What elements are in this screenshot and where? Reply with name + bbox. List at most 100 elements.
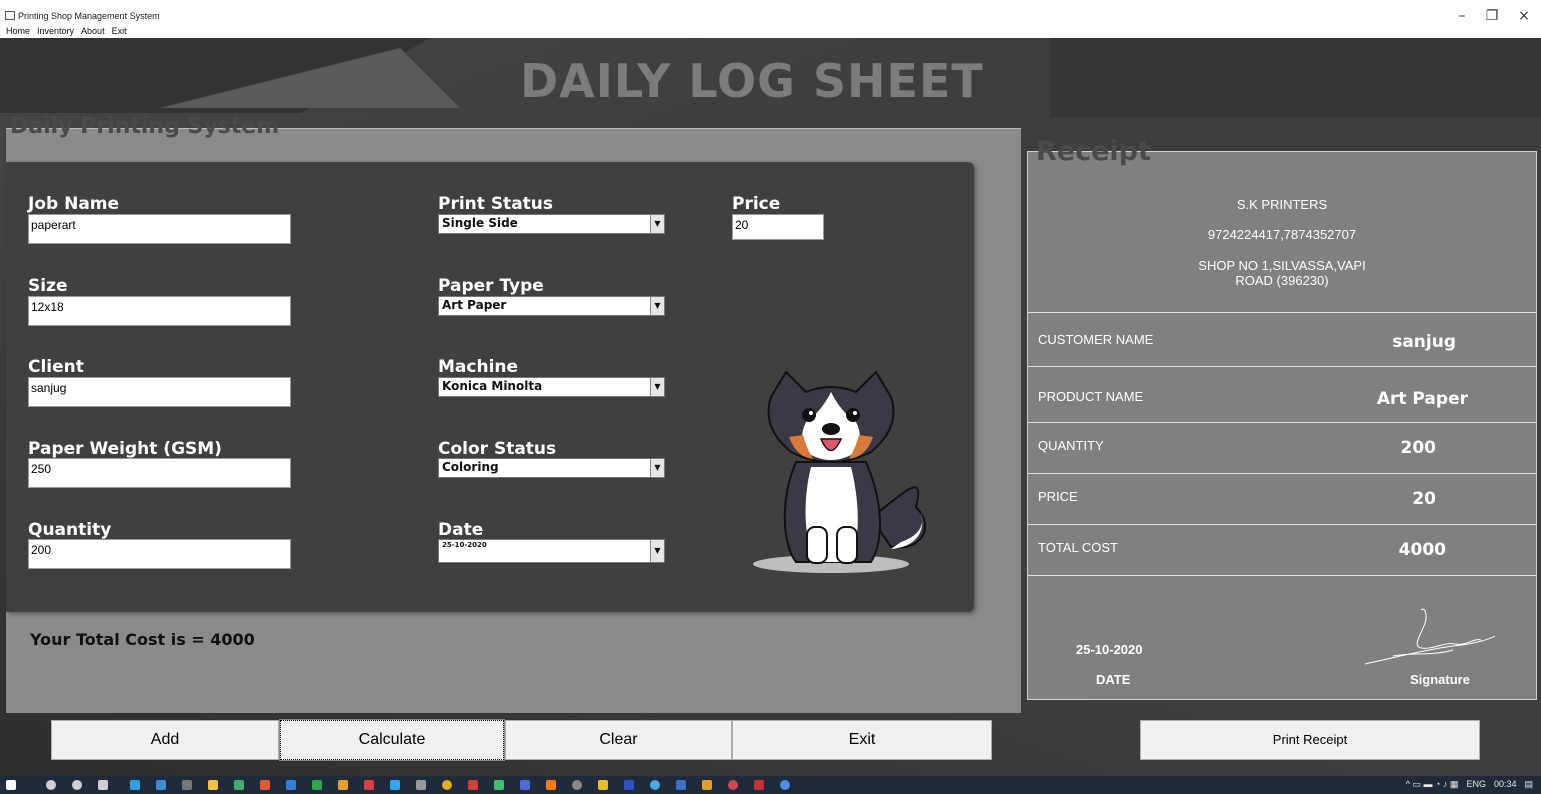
menu-item-home[interactable]: Home xyxy=(6,26,30,36)
shop-address-line1: SHOP NO 1,SILVASSA,VAPI xyxy=(1198,258,1366,273)
receipt-row: TOTAL COST 4000 xyxy=(1028,524,1536,575)
receipt-panel: S.K PRINTERS 9724224417,7874352707 SHOP … xyxy=(1027,151,1537,700)
calculate-button[interactable]: Calculate xyxy=(279,719,505,761)
dog-illustration xyxy=(753,370,927,573)
quantity-input[interactable]: 200 xyxy=(28,539,291,569)
app-icon[interactable] xyxy=(702,780,712,790)
print-status-select[interactable]: Single Side ▼ xyxy=(438,214,665,234)
customer-name-value: sanjug xyxy=(1392,332,1456,352)
receipt-row: CUSTOMER NAME sanjug xyxy=(1028,312,1536,366)
taskbar: ^ ▭ ▬ ◔ ♪ ▦ ENG 00:34 ▤ xyxy=(0,776,1541,794)
edge-icon[interactable] xyxy=(130,780,140,790)
client-input[interactable]: sanjug xyxy=(28,377,291,407)
cortana-icon[interactable] xyxy=(72,780,82,790)
exit-button[interactable]: Exit xyxy=(732,720,992,760)
receipt-row: QUANTITY 200 xyxy=(1028,422,1536,473)
add-button[interactable]: Add xyxy=(51,720,279,760)
photoshop-icon[interactable] xyxy=(390,780,400,790)
print-status-label: Print Status xyxy=(438,194,554,214)
chevron-down-icon[interactable]: ▼ xyxy=(650,297,664,315)
clock[interactable]: 00:34 xyxy=(1494,779,1517,790)
quantity-label: QUANTITY xyxy=(1038,438,1104,453)
app-icon[interactable] xyxy=(312,780,322,790)
shop-address-line2: ROAD (396230) xyxy=(1235,273,1329,288)
android-studio-icon[interactable] xyxy=(494,780,504,790)
app-icon[interactable] xyxy=(728,780,738,790)
app-icon[interactable] xyxy=(754,780,764,790)
system-tray: ^ ▭ ▬ ◔ ♪ ▦ ENG 00:34 ▤ xyxy=(1406,779,1533,790)
app-icon[interactable] xyxy=(598,780,608,790)
machine-value: Konica Minolta xyxy=(442,379,543,393)
date-value: 25-10-2020 xyxy=(442,541,487,549)
task-view-icon[interactable] xyxy=(98,780,108,790)
file-explorer-icon[interactable] xyxy=(208,780,218,790)
color-status-label: Color Status xyxy=(438,439,557,459)
clear-button[interactable]: Clear xyxy=(505,720,732,760)
start-icon[interactable] xyxy=(6,780,16,790)
app-icon[interactable] xyxy=(234,780,244,790)
app-icon[interactable] xyxy=(676,780,686,790)
button-bar: Add Calculate Clear Exit Print Receipt xyxy=(0,708,1541,776)
chevron-down-icon[interactable]: ▼ xyxy=(650,459,664,477)
signature-label: Signature xyxy=(1410,672,1470,687)
date-label: Date xyxy=(438,520,484,540)
receipt-date-value: 25-10-2020 xyxy=(1076,642,1143,657)
vscode-icon[interactable] xyxy=(286,780,296,790)
price-input[interactable]: 20 xyxy=(732,214,824,240)
mail-icon[interactable] xyxy=(156,780,166,790)
illustrator-icon[interactable] xyxy=(546,780,556,790)
app-icon[interactable] xyxy=(182,780,192,790)
paper-type-label: Paper Type xyxy=(438,276,544,296)
menu-item-inventory[interactable]: Inventory xyxy=(37,26,74,36)
maximize-button[interactable]: ❐ xyxy=(1482,8,1502,24)
size-label: Size xyxy=(28,276,68,296)
date-picker[interactable]: 25-10-2020 ▼ xyxy=(438,539,665,563)
shop-name: S.K PRINTERS xyxy=(1236,197,1328,212)
paper-weight-input[interactable]: 250 xyxy=(28,458,291,488)
app-icon[interactable] xyxy=(650,780,660,790)
chevron-down-icon[interactable]: ▼ xyxy=(650,215,664,233)
chevron-down-icon[interactable]: ▼ xyxy=(650,378,664,396)
job-name-input[interactable]: paperart xyxy=(28,214,291,244)
app-icon[interactable] xyxy=(364,780,374,790)
app-icon[interactable] xyxy=(416,780,426,790)
price-label: PRICE xyxy=(1038,489,1078,504)
app-icon[interactable] xyxy=(572,780,582,790)
menu-item-exit[interactable]: Exit xyxy=(112,26,127,36)
machine-select[interactable]: Konica Minolta ▼ xyxy=(438,377,665,397)
chrome-icon[interactable] xyxy=(442,780,452,790)
tray-icons[interactable]: ^ ▭ ▬ ◔ ♪ ▦ xyxy=(1406,779,1459,790)
minimize-button[interactable]: – xyxy=(1452,8,1472,24)
total-cost-value: 4000 xyxy=(1398,540,1446,560)
product-name-value: Art Paper xyxy=(1376,389,1468,409)
size-input[interactable]: 12x18 xyxy=(28,296,291,326)
app-icon[interactable] xyxy=(520,780,530,790)
paper-type-select[interactable]: Art Paper ▼ xyxy=(438,296,665,316)
app-icon[interactable] xyxy=(468,780,478,790)
close-button[interactable]: × xyxy=(1514,8,1534,24)
page-title: DAILY LOG SHEET xyxy=(520,54,984,108)
menu-bar: Home Inventory About Exit xyxy=(6,26,127,36)
after-effects-icon[interactable] xyxy=(624,780,634,790)
bg-shape xyxy=(1050,38,1541,118)
price-value: 20 xyxy=(1412,489,1436,509)
chevron-down-icon[interactable]: ▼ xyxy=(650,540,664,562)
app-icon[interactable] xyxy=(780,780,790,790)
print-status-value: Single Side xyxy=(442,216,518,230)
main-area: DAILY LOG SHEET Daily Printing System Jo… xyxy=(0,38,1541,776)
total-cost-text: Your Total Cost is = 4000 xyxy=(30,630,255,649)
signature-mark xyxy=(1364,608,1496,665)
firefox-icon[interactable] xyxy=(260,780,270,790)
search-icon[interactable] xyxy=(46,780,56,790)
shop-phone: 9724224417,7874352707 xyxy=(1207,227,1357,242)
receipt-row: PRODUCT NAME Art Paper xyxy=(1028,366,1536,422)
app-icon[interactable] xyxy=(338,780,348,790)
receipt-footer: 25-10-2020 DATE Signature xyxy=(1028,575,1536,699)
quantity-label: Quantity xyxy=(28,520,112,540)
menu-item-about[interactable]: About xyxy=(81,26,105,36)
color-status-select[interactable]: Coloring ▼ xyxy=(438,458,665,478)
quantity-value: 200 xyxy=(1400,438,1437,458)
notification-icon[interactable]: ▤ xyxy=(1524,779,1533,790)
language-indicator[interactable]: ENG xyxy=(1466,779,1486,790)
print-receipt-button[interactable]: Print Receipt xyxy=(1140,720,1480,760)
